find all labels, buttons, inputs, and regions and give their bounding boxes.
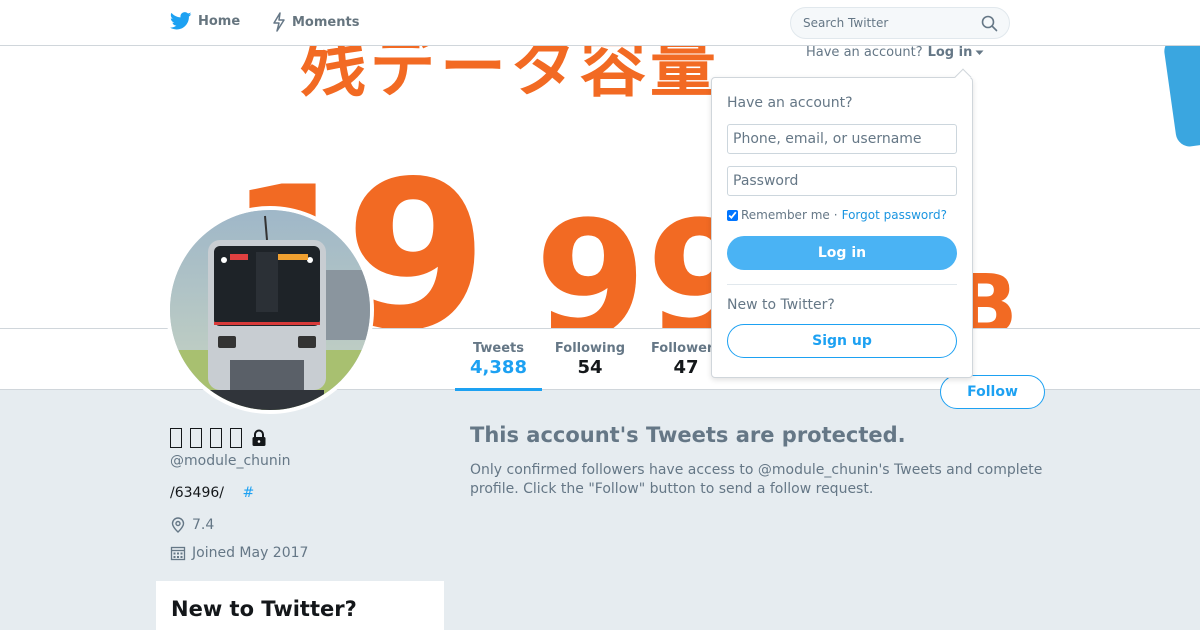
stat-tweets-value: 4,388 <box>470 357 527 378</box>
caret-down-icon[interactable] <box>975 50 984 56</box>
nav-moments[interactable]: Moments <box>272 12 359 32</box>
forgot-password-link[interactable]: Forgot password? <box>842 208 947 222</box>
password-field[interactable] <box>727 166 957 196</box>
profile-bio: /63496/ # <box>170 485 254 501</box>
stat-tweets-label: Tweets <box>472 341 525 356</box>
nav-home[interactable]: Home <box>170 12 240 30</box>
name-glyph <box>170 428 182 448</box>
name-glyph <box>210 428 222 448</box>
follow-button[interactable]: Follow <box>940 375 1045 409</box>
remember-row: Remember me · Forgot password? <box>727 208 947 222</box>
stat-tweets[interactable]: Tweets 4,388 <box>455 341 542 391</box>
banner-decoration <box>1162 46 1200 149</box>
banner-text-top: 残データ容量 <box>300 46 720 106</box>
login-dropdown-toggle[interactable]: Log in <box>928 45 973 60</box>
stat-following-label: Following <box>554 341 626 356</box>
search-box[interactable] <box>790 7 1010 39</box>
login-prompt-text: Have an account? <box>806 45 923 60</box>
login-dropdown: Have an account? Remember me · Forgot pa… <box>711 68 973 378</box>
protected-title: This account's Tweets are protected. <box>470 423 906 447</box>
search-icon[interactable] <box>981 15 998 36</box>
login-prompt: Have an account? Log in <box>806 45 984 60</box>
signup-card-title: New to Twitter? <box>171 597 357 621</box>
avatar[interactable] <box>166 206 374 414</box>
dropdown-divider <box>727 284 957 285</box>
username-field[interactable] <box>727 124 957 154</box>
remember-checkbox[interactable] <box>727 209 738 221</box>
profile-joined: Joined May 2017 <box>170 545 308 561</box>
stat-following-value: 54 <box>577 357 603 378</box>
search-input[interactable] <box>803 16 973 30</box>
bio-text: /63496/ <box>170 485 224 501</box>
top-navigation-bar: Home Moments <box>0 0 1200 46</box>
separator-dot: · <box>833 208 838 222</box>
name-glyph <box>230 428 242 448</box>
new-to-twitter-label: New to Twitter? <box>727 297 835 313</box>
signup-button[interactable]: Sign up <box>727 324 957 358</box>
avatar-image <box>170 210 370 410</box>
nav-home-label: Home <box>198 13 241 29</box>
login-button[interactable]: Log in <box>727 236 957 270</box>
stat-following[interactable]: Following 54 <box>552 341 628 378</box>
lock-icon <box>250 429 268 447</box>
calendar-icon <box>170 545 186 561</box>
bird-icon <box>170 12 192 30</box>
nav-moments-label: Moments <box>292 14 360 30</box>
screen-name[interactable]: @module_chunin <box>170 453 291 469</box>
profile-location: 7.4 <box>170 517 214 533</box>
location-pin-icon <box>170 517 186 533</box>
profile-name <box>170 428 268 448</box>
dropdown-title: Have an account? <box>727 95 853 111</box>
bio-hashtag-link[interactable]: # <box>242 485 254 501</box>
remember-label[interactable]: Remember me <box>741 208 830 222</box>
joined-text: Joined May 2017 <box>192 545 309 561</box>
name-glyph <box>190 428 202 448</box>
protected-message: Only confirmed followers have access to … <box>470 462 1043 497</box>
lightning-icon <box>272 12 286 32</box>
location-text: 7.4 <box>192 517 215 533</box>
signup-card: New to Twitter? <box>156 581 444 630</box>
